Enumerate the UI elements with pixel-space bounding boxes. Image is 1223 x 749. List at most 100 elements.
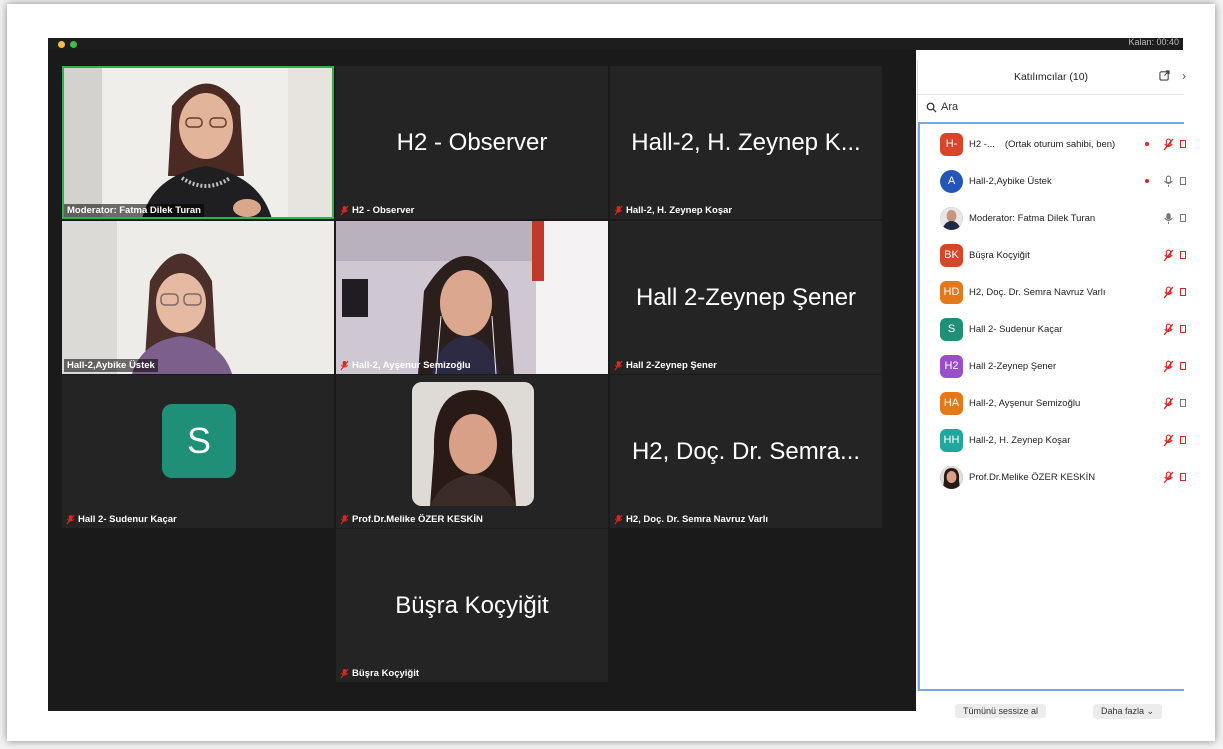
participant-name: H2 -... (Ortak oturum sahibi, ben) bbox=[969, 139, 1145, 150]
mic-muted-icon[interactable] bbox=[1163, 249, 1174, 262]
tile-caption: Hall-2, Ayşenur Semizoğlu bbox=[340, 360, 471, 371]
tile-caption: Moderator: Fatma Dilek Turan bbox=[64, 204, 204, 217]
recording-dot-icon bbox=[1145, 179, 1149, 183]
participant-row[interactable]: BK Büşra Koçyiğit bbox=[940, 242, 1186, 268]
mic-muted-icon bbox=[614, 360, 623, 371]
participant-name: Hall-2, H. Zeynep Koşar bbox=[626, 205, 733, 216]
participant-row[interactable]: Moderator: Fatma Dilek Turan bbox=[940, 205, 1186, 231]
popout-icon[interactable] bbox=[1159, 70, 1170, 81]
window-titlebar: Kalan: 00:40 bbox=[48, 37, 1183, 50]
video-tile-sudenur[interactable]: S Hall 2- Sudenur Kaçar bbox=[62, 375, 334, 528]
participant-display-name: Hall 2-Zeynep Şener bbox=[635, 283, 857, 311]
panel-title: Katılımcılar (10) bbox=[1013, 71, 1089, 83]
video-icon[interactable] bbox=[1180, 213, 1186, 223]
video-off-icon[interactable] bbox=[1180, 472, 1186, 482]
video-off-icon[interactable] bbox=[1180, 287, 1186, 297]
participant-name: H2, Doç. Dr. Semra Navruz Varlı bbox=[969, 286, 1106, 298]
avatar: H- bbox=[940, 132, 963, 156]
video-tile-busra[interactable]: Büşra Koçyiğit Büşra Koçyiğit bbox=[336, 529, 608, 682]
participant-name: Hall 2-Zeynep Şener bbox=[626, 360, 717, 371]
video-tile-moderator[interactable]: Moderator: Fatma Dilek Turan bbox=[62, 66, 334, 219]
video-icon[interactable] bbox=[1180, 176, 1186, 186]
participant-name: Hall-2, Ayşenur Semizoğlu bbox=[352, 360, 471, 371]
mic-muted-icon[interactable] bbox=[1163, 360, 1174, 373]
video-gallery: Moderator: Fatma Dilek Turan H2 - Observ… bbox=[48, 50, 916, 711]
video-tile-observer[interactable]: H2 - Observer H2 - Observer bbox=[336, 66, 608, 219]
mic-muted-icon[interactable] bbox=[1163, 471, 1174, 484]
participant-list: H- H2 -... (Ortak oturum sahibi, ben) A H… bbox=[918, 124, 1186, 691]
video-off-icon[interactable] bbox=[1180, 139, 1186, 149]
mic-muted-icon bbox=[614, 205, 623, 216]
participant-name: H2 - Observer bbox=[352, 205, 415, 216]
video-off-icon[interactable] bbox=[1180, 361, 1186, 371]
participant-name: Moderator: Fatma Dilek Turan bbox=[67, 205, 201, 216]
avatar-photo bbox=[940, 206, 963, 230]
video-tile-kosar[interactable]: Hall-2, H. Zeynep K... Hall-2, H. Zeynep… bbox=[610, 66, 882, 219]
panel-footer: Tümünü sessize al Daha fazla ⌄ bbox=[917, 700, 1183, 720]
participant-name: Büşra Koçyiğit bbox=[352, 668, 420, 679]
tile-caption: Hall-2, H. Zeynep Koşar bbox=[614, 205, 732, 216]
video-tile-melike[interactable]: Prof.Dr.Melike ÖZER KESKİN bbox=[336, 375, 608, 528]
mic-muted-icon[interactable] bbox=[1163, 397, 1174, 410]
participant-name: Prof.Dr.Melike ÖZER KESKİN bbox=[969, 471, 1096, 483]
participant-row[interactable]: A Hall-2,Aybike Üstek bbox=[940, 168, 1186, 194]
tile-caption: Büşra Koçyiğit bbox=[340, 668, 419, 679]
mic-muted-icon bbox=[340, 360, 349, 371]
participant-row[interactable]: HA Hall-2, Ayşenur Semizoğlu bbox=[940, 390, 1186, 416]
video-off-icon[interactable] bbox=[1180, 250, 1186, 260]
search-placeholder: Ara bbox=[941, 101, 959, 113]
tile-caption: Hall 2-Zeynep Şener bbox=[614, 360, 717, 371]
participant-name: Hall-2, H. Zeynep Koşar bbox=[969, 434, 1071, 446]
search-input[interactable]: Ara bbox=[926, 101, 958, 113]
video-tile-aybike[interactable]: Hall-2,Aybike Üstek bbox=[62, 221, 334, 374]
participant-display-name: H2, Doç. Dr. Semra... bbox=[631, 437, 861, 465]
participants-panel: Katılımcılar (10) › Ara H- H2 -... (Ortak… bbox=[917, 60, 1186, 691]
participant-name: Hall 2- Sudenur Kaçar bbox=[78, 514, 177, 525]
avatar: HA bbox=[940, 391, 963, 415]
tile-caption: H2, Doç. Dr. Semra Navruz Varlı bbox=[614, 514, 768, 525]
tile-caption: Prof.Dr.Melike ÖZER KESKİN bbox=[340, 514, 483, 525]
maximize-button[interactable] bbox=[70, 41, 77, 48]
participant-name: Hall 2-Zeynep Şener bbox=[969, 360, 1057, 372]
video-icon[interactable] bbox=[1180, 398, 1186, 408]
video-off-icon[interactable] bbox=[1180, 324, 1186, 334]
mute-all-button[interactable]: Tümünü sessize al bbox=[955, 704, 1047, 718]
video-tile-semra[interactable]: H2, Doç. Dr. Semra... H2, Doç. Dr. Semra… bbox=[610, 375, 882, 528]
mic-muted-icon[interactable] bbox=[1163, 286, 1174, 299]
chevron-right-icon[interactable]: › bbox=[1182, 69, 1186, 83]
aybike-video bbox=[62, 221, 334, 374]
avatar-photo bbox=[940, 465, 963, 489]
recording-dot-icon bbox=[1145, 142, 1149, 146]
mic-muted-icon bbox=[66, 514, 75, 525]
mic-muted-icon[interactable] bbox=[1163, 434, 1174, 447]
participant-name: Moderator: Fatma Dilek Turan bbox=[969, 212, 1096, 224]
mic-muted-icon[interactable] bbox=[1163, 323, 1174, 336]
video-off-icon[interactable] bbox=[1180, 435, 1186, 445]
participant-row[interactable]: HH Hall-2, H. Zeynep Koşar bbox=[940, 427, 1186, 453]
more-button[interactable]: Daha fazla ⌄ bbox=[1093, 704, 1163, 719]
mic-icon[interactable] bbox=[1163, 175, 1174, 188]
meeting-timer: Kalan: 00:40 bbox=[1128, 37, 1179, 47]
avatar: A bbox=[940, 169, 963, 193]
participant-row[interactable]: H- H2 -... (Ortak oturum sahibi, ben) bbox=[940, 131, 1186, 157]
participant-row[interactable]: HD H2, Doç. Dr. Semra Navruz Varlı bbox=[940, 279, 1186, 305]
participant-display-name: Büşra Koçyiğit bbox=[395, 591, 549, 619]
avatar: HH bbox=[940, 428, 963, 452]
mic-muted-icon bbox=[340, 205, 349, 216]
minimize-button[interactable] bbox=[58, 41, 65, 48]
mic-icon[interactable] bbox=[1163, 212, 1174, 225]
mic-muted-icon[interactable] bbox=[1163, 138, 1174, 151]
avatar: BK bbox=[940, 243, 963, 267]
participant-row[interactable]: Prof.Dr.Melike ÖZER KESKİN bbox=[940, 464, 1186, 490]
participant-name-text: H2 -... bbox=[969, 138, 995, 150]
participant-row[interactable]: S Hall 2- Sudenur Kaçar bbox=[940, 316, 1186, 342]
video-tile-aysenur[interactable]: Hall-2, Ayşenur Semizoğlu bbox=[336, 221, 608, 374]
tile-caption: Hall 2- Sudenur Kaçar bbox=[66, 514, 177, 525]
participant-name: H2, Doç. Dr. Semra Navruz Varlı bbox=[626, 514, 769, 525]
participant-name: Büşra Koçyiğit bbox=[969, 249, 1030, 261]
panel-header: Katılımcılar (10) › bbox=[918, 60, 1186, 95]
participant-row[interactable]: H2 Hall 2-Zeynep Şener bbox=[940, 353, 1186, 379]
video-tile-sener[interactable]: Hall 2-Zeynep Şener Hall 2-Zeynep Şener bbox=[610, 221, 882, 374]
avatar bbox=[412, 382, 534, 506]
mic-muted-icon bbox=[340, 514, 349, 525]
